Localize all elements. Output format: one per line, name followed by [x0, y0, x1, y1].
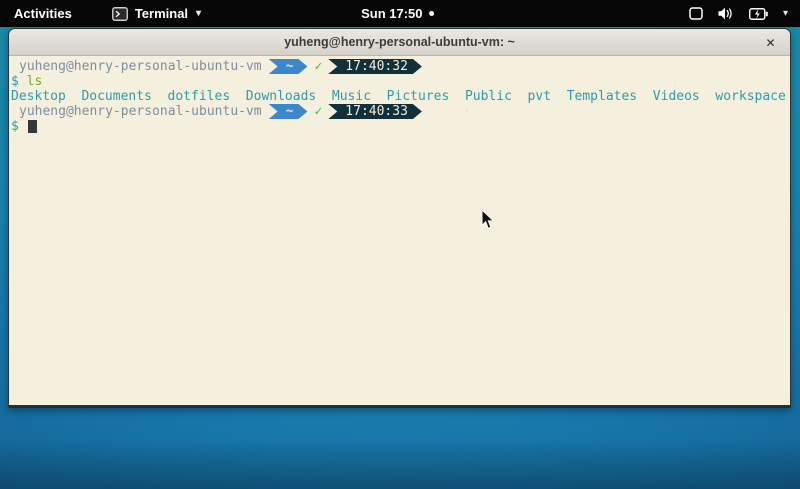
system-status-area[interactable]: ▾	[689, 7, 788, 20]
app-menu-label: Terminal	[135, 6, 188, 21]
battery-charging-icon	[749, 8, 768, 20]
notification-dot-icon	[430, 11, 435, 16]
prompt-user: yuheng@henry-personal-ubuntu-vm	[19, 104, 262, 119]
prompt-symbol: $	[11, 74, 27, 89]
prompt-user: yuheng@henry-personal-ubuntu-vm	[19, 59, 262, 74]
desktop: Activities Terminal ▾ Sun 17:50 ▾	[0, 0, 800, 489]
window-titlebar[interactable]: yuheng@henry-personal-ubuntu-vm: ~ ✕	[9, 29, 790, 56]
activities-button[interactable]: Activities	[14, 6, 72, 21]
clock-label: Sun 17:50	[361, 6, 422, 21]
prompt-time-segment: 17:40:32	[328, 59, 422, 74]
prompt-line-2: yuheng@henry-personal-ubuntu-vm ~ ✓ 17:4…	[11, 104, 790, 119]
prompt-symbol: $	[11, 119, 27, 134]
command-text: ls	[27, 74, 43, 89]
top-bar: Activities Terminal ▾ Sun 17:50 ▾	[0, 0, 800, 27]
mouse-cursor-icon	[481, 209, 495, 230]
terminal-window: yuheng@henry-personal-ubuntu-vm: ~ ✕ yuh…	[8, 28, 791, 408]
system-menu-chevron-icon: ▾	[783, 8, 788, 19]
prompt-path-segment: ~	[269, 104, 308, 119]
current-prompt-line[interactable]: $	[11, 119, 790, 134]
window-title: yuheng@henry-personal-ubuntu-vm: ~	[284, 35, 515, 49]
terminal-app-icon	[112, 7, 128, 21]
prompt-path-segment: ~	[269, 59, 308, 74]
terminal-content[interactable]: yuheng@henry-personal-ubuntu-vm ~ ✓ 17:4…	[9, 56, 790, 405]
text-cursor	[28, 120, 37, 133]
app-menu[interactable]: Terminal ▾	[112, 6, 201, 21]
clock-button[interactable]: Sun 17:50	[361, 6, 434, 21]
prompt-line-1: yuheng@henry-personal-ubuntu-vm ~ ✓ 17:4…	[11, 59, 790, 74]
command-line: $ ls	[11, 74, 790, 89]
close-button[interactable]: ✕	[761, 33, 780, 52]
prompt-time-segment: 17:40:33	[328, 104, 422, 119]
status-check-icon: ✓	[314, 104, 322, 119]
status-check-icon: ✓	[314, 59, 322, 74]
ls-output: Desktop Documents dotfiles Downloads Mus…	[11, 89, 790, 104]
volume-icon	[718, 7, 734, 20]
chevron-down-icon: ▾	[196, 8, 201, 19]
screen-icon	[689, 7, 703, 20]
